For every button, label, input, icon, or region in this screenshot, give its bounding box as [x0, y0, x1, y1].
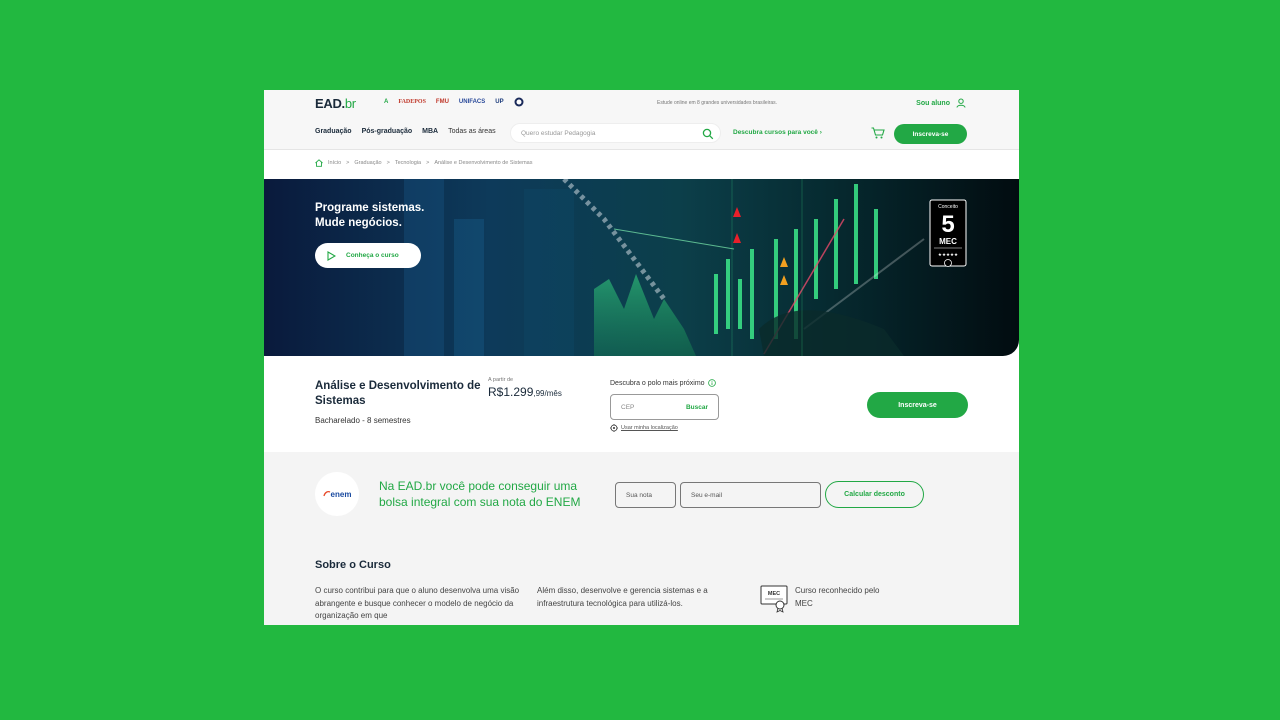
nav-graduacao[interactable]: Graduação	[315, 128, 352, 135]
nav-pos-graduacao[interactable]: Pós-graduação	[362, 128, 413, 135]
conheca-curso-label: Conheça o curso	[346, 252, 399, 259]
hero-title-line1: Programe sistemas.	[315, 202, 425, 214]
eadbr-logo[interactable]: EAD.br	[315, 96, 356, 111]
breadcrumb-separator: >	[346, 160, 350, 166]
badge-conceito-text: Conceito	[938, 204, 958, 210]
breadcrumb-graduacao[interactable]: Graduação	[354, 160, 381, 166]
search-placeholder: Quero estudar Pedagogia	[521, 130, 596, 137]
descubra-label: Descubra cursos para você	[733, 129, 818, 136]
polo-label: Descubra o polo mais próximo	[610, 379, 716, 387]
user-icon	[956, 98, 966, 108]
calcular-desconto-button[interactable]: Calcular desconto	[825, 481, 924, 508]
nota-placeholder: Sua nota	[626, 491, 653, 499]
breadcrumb-separator: >	[426, 160, 430, 166]
nav-links: Graduação Pós-graduação MBA Todas as áre…	[315, 128, 496, 135]
sou-aluno-label: Sou aluno	[916, 99, 950, 107]
university-logo: A	[384, 99, 389, 105]
university-logo: FMU	[435, 99, 449, 105]
course-degree: Bacharelado - 8 semestres	[315, 416, 411, 425]
cart-icon[interactable]	[871, 127, 885, 139]
breadcrumb-separator: >	[386, 160, 390, 166]
enem-logo-text: enem	[330, 489, 352, 499]
cep-placeholder: CEP	[621, 404, 635, 411]
universities-note: Estude online em 8 grandes universidades…	[657, 100, 778, 106]
mec-concept-5-badge: Conceito 5 MEC ★★★★★	[929, 199, 967, 267]
enem-swoosh-icon	[322, 490, 330, 497]
course-name: Análise e Desenvolvimento de Sistemas	[315, 380, 481, 407]
inscreva-se-course-button[interactable]: Inscreva-se	[867, 392, 968, 418]
breadcrumb-current: Análise e Desenvolvimento de Sistemas	[434, 160, 533, 166]
mec-recognition: MEC Curso reconhecido pelo MEC	[760, 585, 885, 613]
breadcrumb-tecnologia[interactable]: Tecnologia	[395, 160, 421, 166]
inscreva-se-header-button[interactable]: Inscreva-se	[894, 124, 967, 144]
breadcrumb-inicio[interactable]: Início	[328, 160, 341, 166]
hero-title-line2: Mude negócios.	[315, 217, 402, 229]
logo-main-text: EAD.	[315, 96, 345, 111]
hero-title: Programe sistemas. Mude negócios.	[315, 201, 424, 231]
main-nav: Graduação Pós-graduação MBA Todas as áre…	[264, 114, 1019, 150]
sobre-curso-title: Sobre o Curso	[315, 559, 391, 571]
nav-mba[interactable]: MBA	[422, 128, 438, 135]
badge-stars-text: ★★★★★	[938, 252, 958, 258]
conheca-curso-button[interactable]: Conheça o curso	[315, 243, 421, 268]
home-icon[interactable]	[315, 159, 323, 167]
play-icon	[327, 250, 336, 261]
enem-promo-text: Na EAD.br você pode conseguir uma bolsa …	[379, 479, 581, 509]
badge-number-text: 5	[941, 211, 954, 238]
course-price: R$1.299,99/mês	[488, 385, 562, 399]
university-logos: A FADEPOS FMU UNIFACS UP	[384, 96, 524, 108]
use-location-label: Usar minha localização	[621, 425, 678, 431]
descubra-cursos-link[interactable]: Descubra cursos para você ›	[733, 129, 822, 136]
enem-logo: enem	[315, 472, 359, 516]
mec-certificate-icon: MEC	[760, 585, 788, 613]
nota-input[interactable]: Sua nota	[615, 482, 676, 508]
price-cents: ,99/mês	[533, 389, 562, 398]
search-input[interactable]: Quero estudar Pedagogia	[510, 123, 721, 143]
university-logo: FADEPOS	[398, 99, 426, 105]
search-icon[interactable]	[702, 128, 714, 140]
cep-input[interactable]: CEP Buscar	[610, 394, 719, 420]
buscar-button[interactable]: Buscar	[686, 404, 708, 411]
sobre-curso-text-1: O curso contribui para que o aluno desen…	[315, 586, 520, 620]
breadcrumb: Início > Graduação > Tecnologia > Anális…	[315, 159, 532, 167]
sobre-curso-text-2: Além disso, desenvolve e gerencia sistem…	[537, 586, 708, 608]
enem-section: enem Na EAD.br você pode conseguir uma b…	[264, 452, 1019, 625]
email-input[interactable]: Seu e-mail	[680, 482, 821, 508]
mec-icon-text: MEC	[768, 591, 780, 597]
top-bar: EAD.br A FADEPOS FMU UNIFACS UP Estude o…	[264, 90, 1019, 114]
browser-page: EAD.br A FADEPOS FMU UNIFACS UP Estude o…	[264, 90, 1019, 625]
mec-recognition-text: Curso reconhecido pelo MEC	[795, 586, 880, 608]
use-location-link[interactable]: Usar minha localização	[610, 424, 678, 432]
polo-label-text: Descubra o polo mais próximo	[610, 379, 705, 387]
sou-aluno-link[interactable]: Sou aluno	[916, 98, 966, 108]
hero-banner: Programe sistemas. Mude negócios. Conheç…	[264, 179, 1019, 356]
university-logo: UNIFACS	[458, 99, 486, 105]
logo-suffix-text: br	[344, 96, 356, 111]
course-summary-bar: Análise e Desenvolvimento de Sistemas Ba…	[264, 356, 1019, 452]
university-logo: UP	[495, 99, 504, 105]
crosshair-location-icon	[610, 424, 618, 432]
university-seal-icon	[514, 97, 524, 107]
chevron-right-icon: ›	[819, 129, 822, 136]
email-placeholder: Seu e-mail	[691, 491, 723, 499]
badge-mec-text: MEC	[939, 237, 957, 246]
info-icon[interactable]	[707, 379, 716, 387]
nav-todas-areas[interactable]: Todas as áreas	[448, 128, 495, 135]
price-label: A partir de	[488, 377, 514, 383]
price-main: R$1.299	[488, 385, 534, 399]
